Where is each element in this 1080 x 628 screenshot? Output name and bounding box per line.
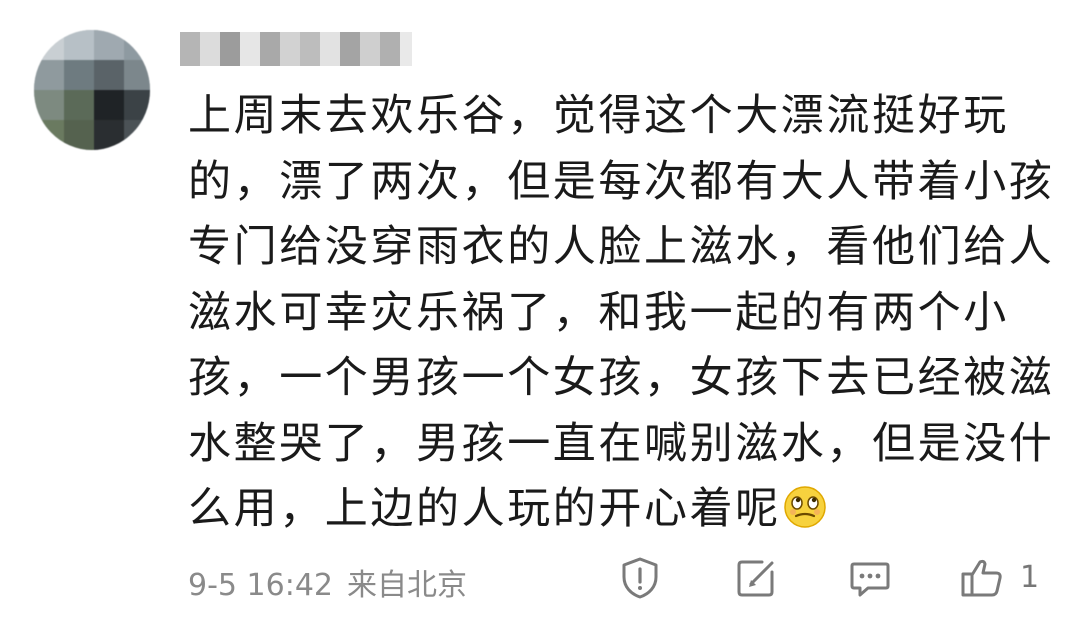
comment-line: 专门给没穿雨衣的人脸上滋水，看他们给人	[188, 222, 1055, 272]
share-button[interactable]	[732, 554, 780, 602]
like-button[interactable]	[958, 554, 1006, 602]
comment-line-last: 么用，上边的人玩的开心着呢	[188, 477, 1058, 543]
report-shield-icon	[616, 554, 664, 602]
comment-location: 来自北京	[347, 568, 467, 603]
comment-timestamp: 9-5 16:42	[188, 568, 333, 603]
reply-button[interactable]	[846, 554, 894, 602]
comment-line: 上周末去欢乐谷，觉得这个大漂流挺好玩	[188, 91, 1009, 141]
smirk-emoji-icon	[783, 483, 827, 528]
avatar-mosaic-image	[34, 30, 150, 150]
comment-line: 孩，一个男孩一个女孩，女孩下去已经被滋	[188, 353, 1055, 403]
thumbs-up-icon	[958, 554, 1006, 602]
comment-line: 滋水可幸灾乐祸了，和我一起的有两个小	[188, 287, 1009, 338]
avatar[interactable]	[34, 30, 150, 150]
comment-meta: 9-5 16:42 来自北京	[188, 560, 467, 604]
comment-line: 水整哭了，男孩一直在喊别滋水，但是没什	[188, 418, 1055, 469]
comment-text: 上周末去欢乐谷，觉得这个大漂流挺好玩 的，漂了两次，但是每次都有大人带着小孩 专…	[188, 84, 1058, 543]
username-mosaic[interactable]	[180, 32, 412, 66]
comment-card: 上周末去欢乐谷，觉得这个大漂流挺好玩 的，漂了两次，但是每次都有大人带着小孩 专…	[0, 0, 1080, 628]
like-count: 1	[1020, 560, 1040, 595]
comment-line: 的，漂了两次，但是每次都有大人带着小孩	[188, 156, 1055, 207]
comment-line-text: 么用，上边的人玩的开心着呢	[188, 484, 781, 534]
comment-bubble-icon	[846, 554, 894, 602]
report-button[interactable]	[616, 554, 664, 602]
share-edit-icon	[732, 554, 780, 602]
comment-footer: 9-5 16:42 来自北京 1	[0, 550, 1080, 612]
